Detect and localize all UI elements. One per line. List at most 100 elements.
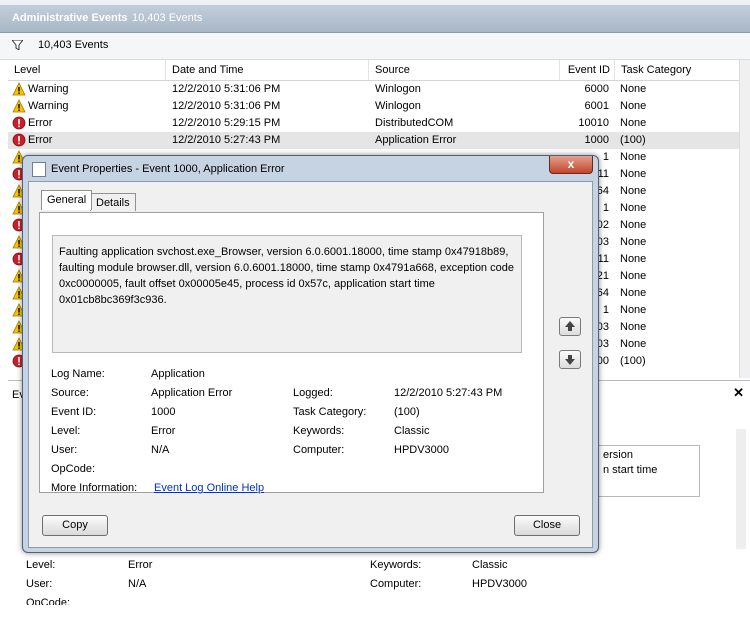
row-category: None <box>620 151 647 163</box>
event-description[interactable]: Faulting application svchost.exe_Browser… <box>52 235 522 353</box>
lower-user-label: User: <box>26 578 53 590</box>
row-event-id: 10010 <box>578 117 609 129</box>
lower-level-label: Level: <box>26 559 56 571</box>
column-event-id[interactable]: Event ID <box>560 60 615 80</box>
table-row[interactable]: Error 12/2/2010 5:27:43 PM Application Err… <box>8 132 750 149</box>
source-label: Source: <box>51 387 89 399</box>
general-tab-panel: Faulting application svchost.exe_Browser… <box>39 212 544 494</box>
row-category: (100) <box>620 134 646 146</box>
column-date-time[interactable]: Date and Time <box>166 60 369 80</box>
row-level: Error <box>28 117 53 129</box>
filter-icon[interactable] <box>12 40 23 50</box>
dialog-app-icon <box>32 162 46 177</box>
task-category-value: (100) <box>394 406 420 418</box>
lower-keywords-label: Keywords: <box>370 559 422 571</box>
log-name-value: Application <box>151 368 205 380</box>
more-info-label: More Information: <box>51 482 138 494</box>
row-date: 12/2/2010 5:31:06 PM <box>172 100 281 112</box>
event-properties-dialog: Event Properties - Event 1000, Applicati… <box>22 155 599 553</box>
event-id-value: 1000 <box>151 406 176 418</box>
row-event-id: 6001 <box>584 100 609 112</box>
details-description-box: ersion n start time <box>598 445 700 497</box>
title-bar-top-strip <box>0 0 750 5</box>
row-level: Error <box>28 134 53 146</box>
copy-button[interactable]: Copy <box>42 515 108 536</box>
log-name-label: Log Name: <box>51 368 105 380</box>
table-row[interactable]: Error 12/2/2010 5:29:15 PM DistributedCOM 1… <box>8 115 750 132</box>
box-line-1: ersion <box>603 449 633 461</box>
table-row[interactable]: Warning 12/2/2010 5:31:06 PM Winlogon 6000 N… <box>8 81 750 98</box>
warning-icon <box>12 82 26 96</box>
column-source[interactable]: Source <box>369 60 560 80</box>
event-log-online-help-link[interactable]: Event Log Online Help <box>154 482 264 494</box>
filter-bar: 10,403 Events <box>0 33 750 60</box>
row-category: None <box>620 287 647 299</box>
tab-details[interactable]: Details <box>90 193 136 211</box>
keywords-label: Keywords: <box>293 425 345 437</box>
panel-event-count: 10,403 Events <box>132 12 203 24</box>
row-event-id: 6000 <box>584 83 609 95</box>
row-source: Winlogon <box>375 83 421 95</box>
lower-level-value: Error <box>128 559 153 571</box>
details-scrollbar[interactable] <box>736 429 746 549</box>
row-category: None <box>620 168 647 180</box>
lower-computer-label: Computer: <box>370 578 422 590</box>
opcode-label: OpCode: <box>51 463 96 475</box>
column-task-category[interactable]: Task Category <box>615 60 740 80</box>
row-category: None <box>620 219 647 231</box>
computer-value: HPDV3000 <box>394 444 450 456</box>
row-source: DistributedCOM <box>375 117 454 129</box>
error-icon <box>12 133 26 147</box>
row-source: Application Error <box>375 134 457 146</box>
row-level: Warning <box>28 83 69 95</box>
row-date: 12/2/2010 5:29:15 PM <box>172 117 281 129</box>
keywords-value: Classic <box>394 425 430 437</box>
lower-opcode-label: OpCode: <box>26 597 71 605</box>
task-category-label: Task Category: <box>293 406 367 418</box>
row-source: Winlogon <box>375 100 421 112</box>
row-category: None <box>620 321 647 333</box>
warning-icon <box>12 99 26 113</box>
pane-close-icon[interactable]: ✕ <box>733 385 744 401</box>
next-event-button[interactable] <box>559 350 581 369</box>
arrow-down-icon <box>565 355 575 365</box>
lower-computer-value: HPDV3000 <box>472 578 528 590</box>
row-level: Warning <box>28 100 69 112</box>
computer-label: Computer: <box>293 444 345 456</box>
grid-header: Level Date and Time Source Event ID Task… <box>8 60 750 81</box>
box-line-2: n start time <box>603 464 658 476</box>
event-id-label: Event ID: <box>51 406 97 418</box>
close-button[interactable]: Close <box>514 515 580 536</box>
user-value: N/A <box>151 444 170 456</box>
source-value: Application Error <box>151 387 233 399</box>
error-icon <box>12 116 26 130</box>
logged-value: 12/2/2010 5:27:43 PM <box>394 387 503 399</box>
panel-title: Administrative Events <box>12 12 128 24</box>
row-category: None <box>620 338 647 350</box>
dialog-title: Event Properties - Event 1000, Applicati… <box>51 163 285 175</box>
row-category: None <box>620 304 647 316</box>
dialog-close-button[interactable]: x <box>549 156 593 174</box>
row-date: 12/2/2010 5:31:06 PM <box>172 83 281 95</box>
row-category: None <box>620 185 647 197</box>
row-category: None <box>620 270 647 282</box>
arrow-up-icon <box>565 321 575 331</box>
row-category: (100) <box>620 355 646 367</box>
row-category: None <box>620 202 647 214</box>
row-event-id: 1000 <box>584 134 609 146</box>
level-value: Error <box>151 425 176 437</box>
logged-label: Logged: <box>293 387 333 399</box>
grid-scrollbar[interactable] <box>739 60 750 378</box>
row-category: None <box>620 83 647 95</box>
previous-event-button[interactable] <box>559 317 581 336</box>
dialog-body: General Details Faulting application svc… <box>28 181 593 548</box>
tab-general[interactable]: General <box>41 190 93 210</box>
panel-title-bar: Administrative Events 10,403 Events <box>0 0 750 33</box>
row-date: 12/2/2010 5:27:43 PM <box>172 134 281 146</box>
user-label: User: <box>51 444 78 456</box>
table-row[interactable]: Warning 12/2/2010 5:31:06 PM Winlogon 6001 N… <box>8 98 750 115</box>
row-category: None <box>620 117 647 129</box>
column-level[interactable]: Level <box>8 60 166 80</box>
filter-event-count: 10,403 Events <box>38 39 109 51</box>
row-category: None <box>620 236 647 248</box>
